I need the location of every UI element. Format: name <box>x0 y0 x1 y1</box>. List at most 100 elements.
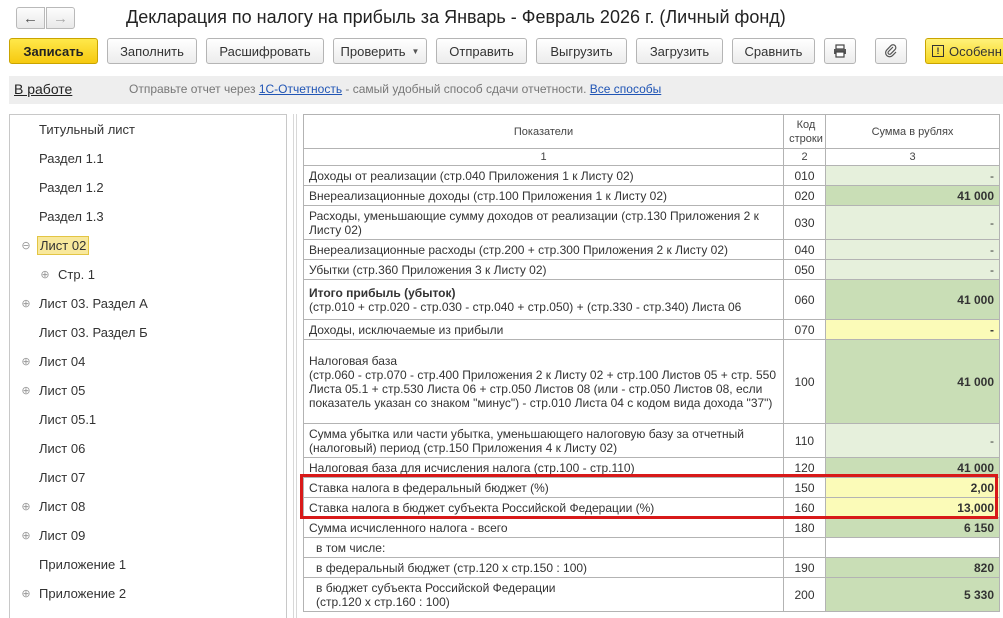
row-label-cell: в том числе: <box>303 537 784 558</box>
expand-icon[interactable]: ⊕ <box>20 384 32 397</box>
row-code: 110 <box>783 423 826 458</box>
row-label-cell: Сумма убытка или части убытка, уменьшающ… <box>303 423 784 458</box>
tree-item[interactable]: Раздел 1.1 <box>10 147 286 169</box>
info-bar: В работе Отправьте отчет через 1С-Отчетн… <box>9 76 1003 104</box>
decode-button[interactable]: Расшифровать <box>206 38 324 64</box>
table-row: Итого прибыль (убыток) (стр.010 + стр.020… <box>303 279 1000 320</box>
expand-icon[interactable]: ⊕ <box>20 355 32 368</box>
attach-button[interactable] <box>875 38 907 64</box>
tree-item-label: Лист 08 <box>39 498 86 514</box>
fill-button[interactable]: Заполнить <box>107 38 197 64</box>
expand-icon[interactable]: ⊕ <box>20 500 32 513</box>
row-value[interactable]: 6 150 <box>825 517 1000 538</box>
expand-icon[interactable]: ⊕ <box>20 587 32 600</box>
toolbar: Записать Заполнить Расшифровать Проверит… <box>0 38 1003 66</box>
status-link[interactable]: В работе <box>14 81 72 97</box>
row-label-cell: Расходы, уменьшающие сумму доходов от ре… <box>303 205 784 240</box>
row-value[interactable]: 5 330 <box>825 577 1000 612</box>
table-row: Ставка налога в бюджет субъекта Российск… <box>303 497 1000 518</box>
row-value[interactable]: - <box>825 259 1000 280</box>
row-label-cell: Сумма исчисленного налога - всего <box>303 517 784 538</box>
tree-item-label: Лист 05 <box>39 382 86 398</box>
check-dropdown-button[interactable]: Проверить ▼ <box>333 38 427 64</box>
table-row: в федеральный бюджет (стр.120 х стр.150 … <box>303 557 1000 578</box>
send-button[interactable]: Отправить <box>436 38 527 64</box>
print-button[interactable] <box>824 38 856 64</box>
tree-item-label: Приложение 1 <box>39 556 127 572</box>
row-label-cell: Внереализационные расходы (стр.200 + стр… <box>303 239 784 260</box>
row-label: Расходы, уменьшающие сумму доходов от ре… <box>309 208 759 237</box>
tree-item[interactable]: Раздел 1.3 <box>10 205 286 227</box>
tree-item[interactable]: ⊕ Стр. 1 <box>10 263 286 285</box>
row-sublabel: (стр.060 - стр.070 - стр.400 Приложения … <box>309 367 776 410</box>
row-value[interactable]: 13,000 <box>825 497 1000 518</box>
reporting-link[interactable]: 1С-Отчетность <box>259 82 342 96</box>
tree-item[interactable]: ⊕ Лист 09 <box>10 524 286 546</box>
row-label: Итого прибыль (убыток) <box>309 285 456 300</box>
tree-item[interactable]: Титульный лист <box>10 118 286 140</box>
tree-item[interactable]: ⊕ Лист 05 <box>10 379 286 401</box>
splitter[interactable] <box>293 114 297 618</box>
header-sum: Сумма в рублях <box>825 114 1000 149</box>
row-value[interactable]: - <box>825 423 1000 458</box>
row-value[interactable]: 41 000 <box>825 339 1000 424</box>
upload-button[interactable]: Выгрузить <box>536 38 627 64</box>
expand-icon[interactable]: ⊕ <box>20 297 32 310</box>
compare-button[interactable]: Сравнить <box>732 38 815 64</box>
tree-item[interactable]: ⊖ Лист 02 <box>10 234 286 256</box>
all-methods-link[interactable]: Все способы <box>590 82 662 96</box>
row-value[interactable]: - <box>825 165 1000 186</box>
row-code: 150 <box>783 477 826 498</box>
expand-icon[interactable]: ⊕ <box>39 268 51 281</box>
tree-item[interactable]: Лист 05.1 <box>10 408 286 430</box>
tree-item[interactable]: Лист 03. Раздел Б <box>10 321 286 343</box>
chevron-down-icon: ▼ <box>411 46 420 56</box>
tree-item[interactable]: Лист 06 <box>10 437 286 459</box>
features-button[interactable]: ! Особенн <box>925 38 1003 64</box>
table-row: Налоговая база (стр.060 - стр.070 - стр.4… <box>303 339 1000 424</box>
tree-item[interactable]: ⊕ Лист 03. Раздел А <box>10 292 286 314</box>
row-value[interactable]: 820 <box>825 557 1000 578</box>
row-value[interactable]: 41 000 <box>825 279 1000 320</box>
row-value[interactable]: - <box>825 205 1000 240</box>
forward-button[interactable]: → <box>46 7 75 29</box>
tree-item[interactable]: Приложение 1 <box>10 553 286 575</box>
row-value[interactable] <box>825 537 1000 558</box>
row-code: 070 <box>783 319 826 340</box>
tree-item[interactable]: Раздел 1.2 <box>10 176 286 198</box>
row-value[interactable]: 41 000 <box>825 185 1000 206</box>
row-label-cell: Налоговая база для исчисления налога (ст… <box>303 457 784 478</box>
row-value[interactable]: - <box>825 239 1000 260</box>
row-value[interactable]: 2,00 <box>825 477 1000 498</box>
tree-item[interactable]: ⊕ Лист 08 <box>10 495 286 517</box>
tree-item[interactable]: ⊕ Приложение 2 <box>10 582 286 604</box>
row-label: Налоговая база для исчисления налога (ст… <box>309 460 635 475</box>
row-code: 190 <box>783 557 826 578</box>
tree-item-label: Лист 09 <box>39 527 86 543</box>
header-code-label: Код строки <box>789 118 823 145</box>
table-row: Сумма исчисленного налога - всего 180 6 15… <box>303 517 1000 538</box>
table-row: Доходы от реализации (стр.040 Приложения… <box>303 165 1000 186</box>
row-label-cell: Ставка налога в бюджет субъекта Российск… <box>303 497 784 518</box>
row-value[interactable]: 41 000 <box>825 457 1000 478</box>
collapse-icon[interactable]: ⊖ <box>20 239 32 252</box>
tree-item[interactable]: ⊕ Лист 04 <box>10 350 286 372</box>
tree-item[interactable]: Лист 07 <box>10 466 286 488</box>
report-table: Показатели Код строки Сумма в рублях 1 2… <box>303 114 1000 612</box>
paperclip-icon <box>885 44 897 58</box>
tree-item-label: Лист 02 <box>37 235 90 255</box>
row-label: Доходы, исключаемые из прибыли <box>309 322 504 337</box>
tree-item-label: Раздел 1.2 <box>39 179 104 195</box>
row-value[interactable]: - <box>825 319 1000 340</box>
load-button[interactable]: Загрузить <box>636 38 723 64</box>
save-button[interactable]: Записать <box>9 38 98 64</box>
back-button[interactable]: ← <box>16 7 45 29</box>
row-label: Внереализационные доходы (стр.100 Прилож… <box>309 188 667 203</box>
row-label: Сумма исчисленного налога - всего <box>309 520 508 535</box>
table-row: Налоговая база для исчисления налога (ст… <box>303 457 1000 478</box>
row-code: 160 <box>783 497 826 518</box>
tree-item-label: Лист 04 <box>39 353 86 369</box>
expand-icon[interactable]: ⊕ <box>20 529 32 542</box>
row-label-cell: Ставка налога в федеральный бюджет (%) <box>303 477 784 498</box>
row-label: в том числе: <box>316 540 386 555</box>
